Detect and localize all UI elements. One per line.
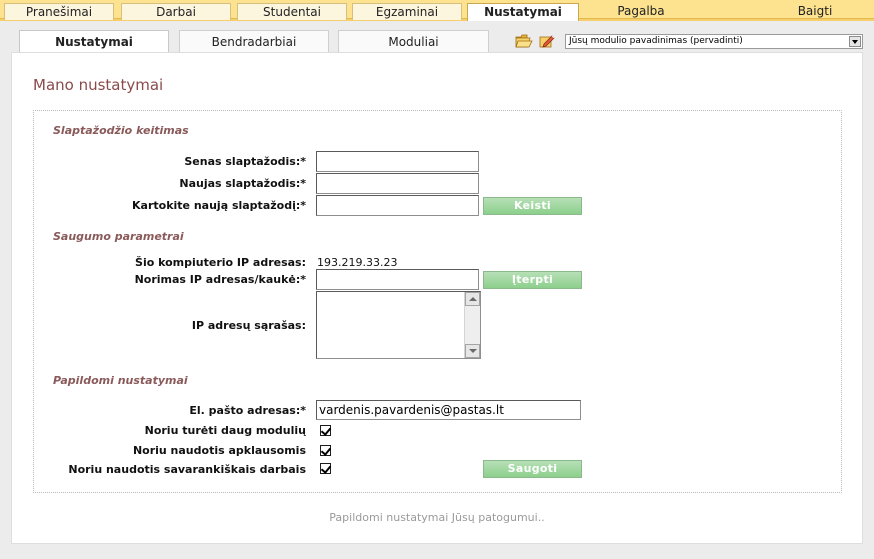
ip-list-scrollbar[interactable]	[464, 292, 480, 358]
page-title: Mano nustatymai	[33, 76, 164, 94]
opt-modules-label: Noriu turėti daug modulių	[144, 424, 306, 437]
opt-selfwork-checkbox[interactable]	[320, 463, 331, 474]
module-select-value: Jūsų modulio pavadinimas (pervadinti)	[569, 36, 743, 46]
new-password-input[interactable]	[316, 173, 479, 194]
computer-ip-label: Šio kompiuterio IP adresas:	[135, 256, 306, 269]
footer-text: Papildomi nustatymai Jūsų patogumui..	[329, 511, 545, 524]
change-password-button[interactable]: Keisti	[483, 197, 582, 215]
computer-ip-value: 193.219.33.23	[317, 256, 398, 269]
nav-tab-nustatymai[interactable]: Nustatymai	[467, 3, 579, 21]
nav-tab-darbai[interactable]: Darbai	[121, 3, 231, 20]
opt-modules-checkbox[interactable]	[320, 425, 331, 436]
top-navigation: Pranešimai Darbai Studentai Egzaminai Nu…	[0, 0, 874, 21]
sub-navigation: Nustatymai Bendradarbiai Moduliai Jūsų m…	[0, 21, 874, 54]
password-section-heading: Slaptažodžio keitimas	[53, 124, 189, 137]
repeat-password-label: Kartokite naują slaptažodį:*	[132, 199, 306, 212]
scroll-up-icon[interactable]	[465, 292, 480, 306]
subtab-moduliai[interactable]: Moduliai	[338, 30, 489, 53]
opt-surveys-label: Noriu naudotis apklausomis	[132, 444, 306, 457]
subtab-nustatymai[interactable]: Nustatymai	[19, 30, 169, 54]
nav-tab-egzaminai[interactable]: Egzaminai	[352, 3, 462, 20]
ip-list-label: IP adresų sąrašas:	[191, 319, 306, 332]
old-password-label: Senas slaptažodis:*	[184, 155, 306, 168]
repeat-password-input[interactable]	[316, 195, 479, 216]
new-password-label: Naujas slaptažodis:*	[179, 177, 306, 190]
nav-tab-pranesimai[interactable]: Pranešimai	[4, 3, 114, 20]
wanted-ip-input[interactable]	[316, 269, 479, 290]
nav-logout[interactable]: Baigti	[780, 3, 850, 20]
opt-selfwork-label: Noriu naudotis savarankiškais darbais	[68, 463, 306, 476]
rename-icon[interactable]	[538, 33, 556, 49]
security-section-heading: Saugumo parametrai	[53, 230, 184, 243]
chevron-down-icon[interactable]	[849, 36, 861, 47]
save-button[interactable]: Saugoti	[483, 460, 582, 478]
wanted-ip-label: Norimas IP adresas/kaukė:*	[134, 273, 306, 286]
opt-surveys-checkbox[interactable]	[320, 445, 331, 456]
settings-panel: Mano nustatymai Slaptažodžio keitimas Se…	[11, 52, 863, 544]
insert-ip-button[interactable]: Įterpti	[483, 271, 582, 289]
ip-list-textarea[interactable]	[316, 291, 481, 359]
extra-section-heading: Papildomi nustatymai	[53, 374, 188, 387]
old-password-input[interactable]	[316, 151, 479, 172]
subtab-bendradarbiai[interactable]: Bendradarbiai	[179, 30, 329, 53]
nav-help[interactable]: Pagalba	[596, 3, 686, 20]
email-input[interactable]	[316, 400, 581, 420]
nav-tab-studentai[interactable]: Studentai	[237, 3, 347, 20]
open-folder-icon[interactable]	[515, 33, 533, 49]
email-label: El. pašto adresas:*	[189, 404, 306, 417]
module-select[interactable]: Jūsų modulio pavadinimas (pervadinti)	[565, 34, 863, 49]
scroll-down-icon[interactable]	[465, 344, 480, 358]
